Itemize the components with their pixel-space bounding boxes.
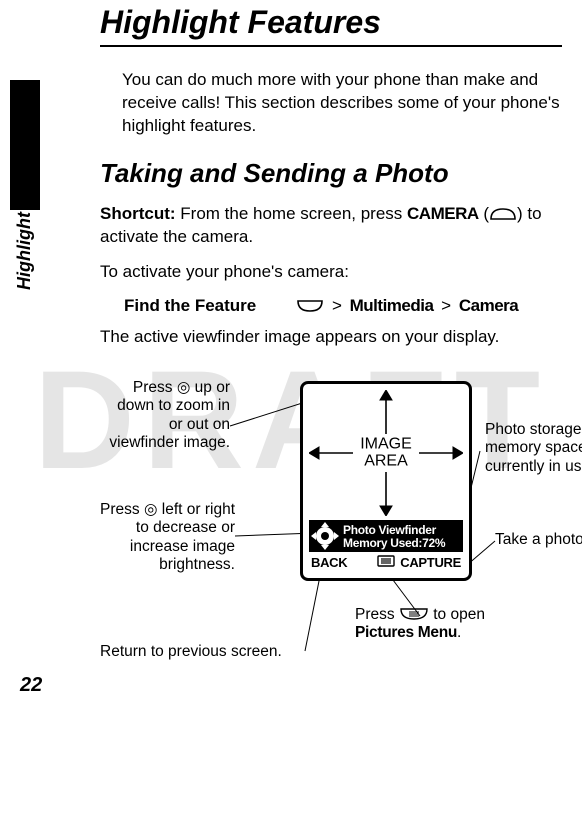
activate-line: To activate your phone's camera: xyxy=(100,261,562,284)
intro-paragraph: You can do much more with your phone tha… xyxy=(122,69,562,138)
menu-key-icon xyxy=(377,555,395,570)
find-feature-label: Find the Feature xyxy=(124,296,256,316)
image-area-line2: AREA xyxy=(364,453,408,470)
arrow-left-icon xyxy=(309,446,353,460)
phone-screen: IMAGE AREA Photo Viewfinder Memory Use xyxy=(300,381,472,581)
dpad-icon xyxy=(311,522,339,550)
status-line-1: Photo Viewfinder xyxy=(343,524,463,537)
viewfinder-line: The active viewfinder image appears on y… xyxy=(100,326,562,349)
pictures-menu-label: Pictures Menu xyxy=(355,624,457,641)
page-number: 22 xyxy=(20,674,42,697)
image-area-line1: IMAGE xyxy=(360,435,412,452)
find-the-feature-row: Find the Feature > Multimedia > Camera xyxy=(124,296,562,316)
right-softkey-icon xyxy=(489,207,517,221)
side-section-label: Highlight Features xyxy=(14,132,35,290)
breadcrumb-sep: > xyxy=(438,296,454,315)
callout-take-photo: Take a photo. xyxy=(495,531,582,550)
callout-menu: Press to open Pictures Menu. xyxy=(355,606,555,643)
arrow-up-icon xyxy=(379,390,393,434)
breadcrumb-sep: > xyxy=(329,296,345,315)
callout-menu-before: Press xyxy=(355,606,399,623)
section-heading: Taking and Sending a Photo xyxy=(100,158,562,189)
image-area-label: IMAGE AREA xyxy=(360,435,412,470)
arrow-right-icon xyxy=(419,446,463,460)
menu-key-glyph-icon xyxy=(399,607,429,621)
callout-brightness: Press ◎ left or right to decrease or inc… xyxy=(100,501,235,575)
breadcrumb-camera: Camera xyxy=(459,296,518,315)
status-line-2: Memory Used:72% xyxy=(343,537,463,550)
feature-breadcrumb: > Multimedia > Camera xyxy=(296,296,518,316)
callout-return: Return to previous screen. xyxy=(100,643,360,662)
shortcut-paragraph: Shortcut: From the home screen, press CA… xyxy=(100,203,562,249)
shortcut-text-before: From the home screen, press xyxy=(176,204,407,223)
shortcut-label: Shortcut: xyxy=(100,204,176,223)
status-band: Photo Viewfinder Memory Used:72% xyxy=(309,520,463,554)
callout-menu-after: to open xyxy=(429,606,485,623)
phone-diagram: IMAGE AREA Photo Viewfinder Memory Use xyxy=(100,361,562,711)
viewfinder-area: IMAGE AREA xyxy=(309,390,463,516)
camera-keyword: CAMERA xyxy=(407,204,479,223)
softkey-back: BACK xyxy=(309,555,377,570)
callout-storage: Photo storage memory space currently in … xyxy=(485,421,582,477)
softkey-row: BACK CAPTURE xyxy=(309,550,463,574)
callout-zoom: Press ◎ up or down to zoom in or out on … xyxy=(100,379,230,453)
page-title: Highlight Features xyxy=(100,0,562,47)
callout-menu-period: . xyxy=(457,624,461,641)
arrow-down-icon xyxy=(379,472,393,516)
menu-softkey-icon xyxy=(296,299,324,313)
softkey-capture: CAPTURE xyxy=(395,555,463,570)
breadcrumb-multimedia: Multimedia xyxy=(350,296,434,315)
